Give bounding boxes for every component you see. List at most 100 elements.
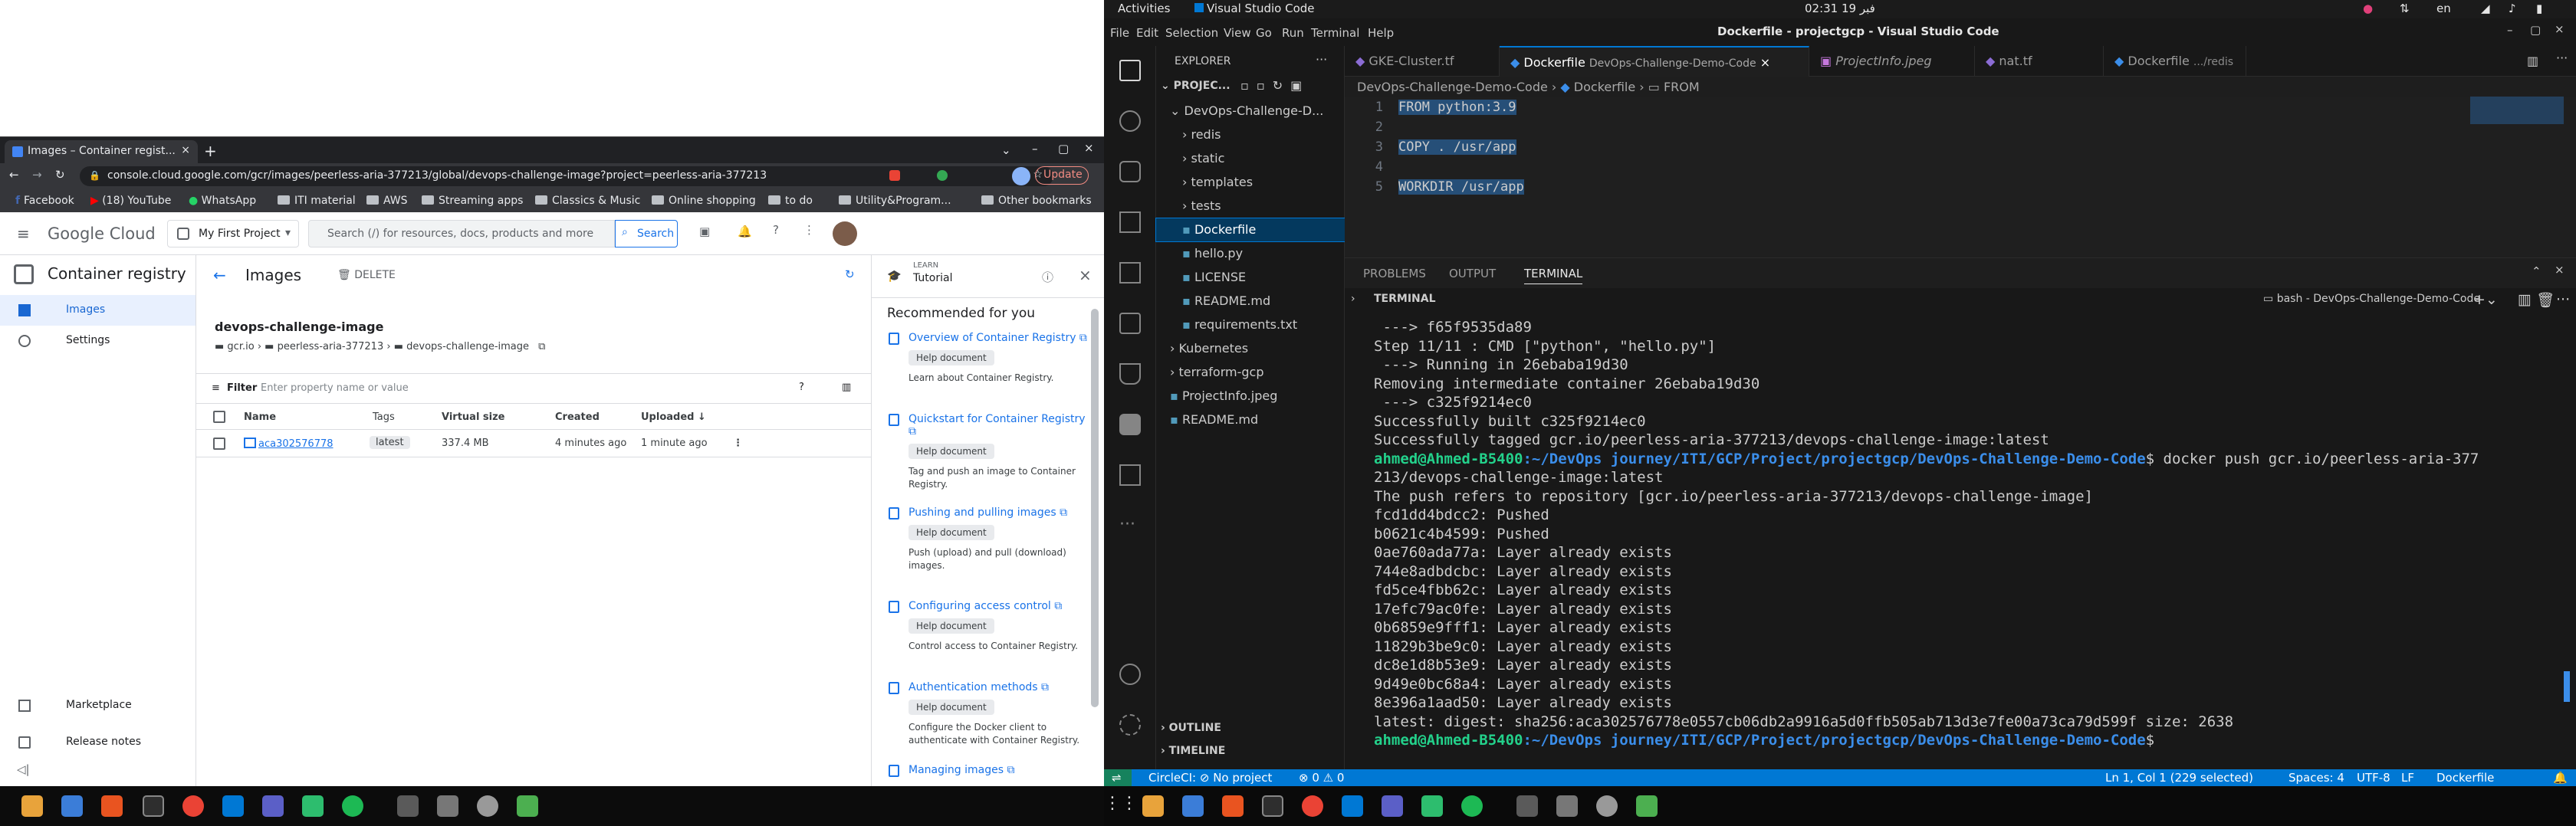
close-panel-icon[interactable]: ×: [2555, 263, 2564, 277]
notifications-bell-icon[interactable]: 🔔: [2553, 771, 2568, 785]
tree-folder[interactable]: › tests: [1156, 195, 1345, 218]
eol[interactable]: LF: [2401, 771, 2414, 785]
indentation[interactable]: Spaces: 4: [2288, 771, 2344, 785]
close-tab-icon[interactable]: ×: [1760, 55, 1770, 70]
tab-nat-tf[interactable]: ◆ nat.tf: [1975, 46, 2104, 77]
collapse-nav-icon[interactable]: ◁|: [17, 762, 30, 776]
text-editor-icon[interactable]: [1516, 795, 1538, 817]
menu-file[interactable]: File: [1110, 26, 1129, 40]
trash-icon[interactable]: [1636, 795, 1658, 817]
app-store-icon[interactable]: [1222, 795, 1244, 817]
kill-terminal-icon[interactable]: 🗑: [2536, 291, 2555, 309]
tab-problems[interactable]: PROBLEMS: [1363, 267, 1426, 280]
tutorial-item[interactable]: Overview of Container Registry ⧉ Help do…: [887, 332, 1094, 385]
project-section[interactable]: ⌄ PROJEC...: [1161, 80, 1230, 92]
encoding[interactable]: UTF-8: [2357, 771, 2390, 785]
split-terminal-icon[interactable]: ▥: [2518, 291, 2532, 308]
more-actions-icon[interactable]: ···: [2556, 51, 2568, 65]
maximize-panel-icon[interactable]: ⌃: [2532, 264, 2542, 278]
pycharm-icon[interactable]: [302, 795, 324, 817]
tree-file[interactable]: ▪ Dockerfile: [1155, 218, 1346, 242]
google-cloud-logo[interactable]: Google Cloud: [48, 225, 156, 243]
split-editor-icon[interactable]: ▥: [2527, 54, 2538, 68]
notifications-bell-icon[interactable]: 🔔: [738, 225, 752, 238]
nav-item-marketplace[interactable]: Marketplace: [0, 690, 196, 721]
back-arrow-icon[interactable]: ←: [213, 266, 226, 284]
language-indicator[interactable]: en: [2436, 2, 2451, 15]
maximize-icon[interactable]: ▢: [1058, 142, 1069, 156]
cloud-shell-icon[interactable]: ▣: [699, 225, 710, 238]
profile-avatar[interactable]: [1012, 167, 1030, 185]
battery-icon[interactable]: ▮: [2536, 2, 2542, 15]
menu-edit[interactable]: Edit: [1136, 26, 1158, 40]
app-menu[interactable]: Visual Studio Code: [1194, 2, 1315, 15]
explorer-toolbar-icons[interactable]: ▫▫↻▣: [1240, 78, 1309, 93]
volume-icon[interactable]: ♪: [2509, 2, 2516, 15]
wifi-icon[interactable]: ◢: [2481, 2, 2490, 15]
col-tags[interactable]: Tags: [373, 411, 395, 423]
col-size[interactable]: Virtual size: [442, 411, 505, 423]
cursor-position[interactable]: Ln 1, Col 1 (229 selected): [2105, 771, 2253, 785]
tree-folder[interactable]: › Kubernetes: [1156, 337, 1345, 360]
circleci-status[interactable]: CircleCI: ⊘ No project: [1148, 771, 1272, 785]
search-input[interactable]: Search (/) for resources, docs, products…: [308, 220, 615, 247]
project-selector[interactable]: My First Project ▾: [167, 220, 299, 247]
bookmark-item[interactable]: to do: [768, 195, 813, 207]
close-window-icon[interactable]: ×: [1084, 141, 1094, 155]
chrome-icon[interactable]: [182, 795, 204, 817]
teams-icon[interactable]: [1382, 795, 1403, 817]
new-tab-button[interactable]: +: [204, 142, 217, 160]
media-icon[interactable]: [1596, 795, 1618, 817]
timeline-section[interactable]: › TIMELINE: [1161, 745, 1225, 757]
tree-folder[interactable]: › static: [1156, 147, 1345, 170]
bookmark-item[interactable]: ● WhatsApp: [189, 195, 256, 207]
filter-input[interactable]: Enter property name or value: [261, 382, 721, 394]
col-uploaded[interactable]: Uploaded ↓: [641, 411, 706, 423]
other-bookmarks[interactable]: Other bookmarks: [981, 195, 1092, 207]
network-icon[interactable]: ⇅: [2400, 2, 2410, 15]
info-icon[interactable]: ⓘ: [1042, 269, 1053, 285]
source-control-icon[interactable]: [1119, 161, 1141, 182]
refresh-icon[interactable]: ↻: [845, 267, 855, 281]
crumb-symbol[interactable]: FROM: [1664, 80, 1700, 94]
menu-selection[interactable]: Selection: [1165, 26, 1218, 40]
text-editor-icon[interactable]: [397, 795, 419, 817]
language-mode[interactable]: Dockerfile: [2436, 771, 2494, 785]
remote-explorer-icon[interactable]: [1119, 313, 1141, 334]
remote-indicator-icon[interactable]: ⇌: [1104, 769, 1132, 786]
menu-hamburger-icon[interactable]: ≡: [17, 225, 30, 243]
row-checkbox[interactable]: [213, 438, 225, 450]
bookmark-item[interactable]: f Facebook: [15, 195, 74, 207]
close-tab-icon[interactable]: ×: [181, 144, 190, 156]
maximize-icon[interactable]: ▢: [2530, 23, 2541, 37]
tree-file[interactable]: ▪ README.md: [1156, 408, 1345, 431]
reload-icon[interactable]: ↻: [55, 168, 65, 182]
tree-folder[interactable]: › terraform-gcp: [1156, 361, 1345, 384]
terminal-icon[interactable]: [143, 795, 164, 817]
files-blue-icon[interactable]: [1182, 795, 1204, 817]
help-icon[interactable]: ?: [773, 223, 779, 237]
tree-file[interactable]: ▪ README.md: [1156, 290, 1345, 313]
clock[interactable]: 02:31 فبر 19: [1805, 2, 1875, 15]
more-icon[interactable]: ···: [1119, 515, 1141, 536]
nav-item-images[interactable]: Images: [0, 295, 196, 326]
back-icon[interactable]: ←: [9, 168, 19, 182]
bookmark-item[interactable]: ▶ (18) YouTube: [90, 195, 171, 207]
tutorial-item[interactable]: Managing images ⧉: [887, 764, 1094, 787]
search-button[interactable]: ⌕ Search: [615, 220, 678, 247]
omnibox[interactable]: 🔒 console.cloud.google.com/gcr/images/pe…: [80, 166, 1053, 186]
tab-dockerfile-redis[interactable]: ◆ Dockerfile .../redis: [2104, 46, 2246, 77]
files-icon[interactable]: [1142, 795, 1164, 817]
help-icon[interactable]: ?: [799, 382, 804, 393]
search-icon[interactable]: [1119, 110, 1141, 132]
manage-gear-icon[interactable]: [1119, 714, 1141, 736]
tree-folder[interactable]: › redis: [1156, 123, 1345, 146]
update-button[interactable]: Update: [1035, 166, 1089, 185]
tab-gke-cluster[interactable]: ◆ GKE-Cluster.tf: [1345, 46, 1500, 77]
new-terminal-icon[interactable]: +⌄: [2473, 291, 2498, 308]
crumb-file[interactable]: Dockerfile: [1574, 80, 1635, 94]
tree-file[interactable]: ▪ ProjectInfo.jpeg: [1156, 385, 1345, 408]
tree-file[interactable]: ▪ hello.py: [1156, 242, 1345, 265]
forward-icon[interactable]: →: [32, 168, 42, 182]
extensions-icon[interactable]: [1119, 262, 1141, 284]
